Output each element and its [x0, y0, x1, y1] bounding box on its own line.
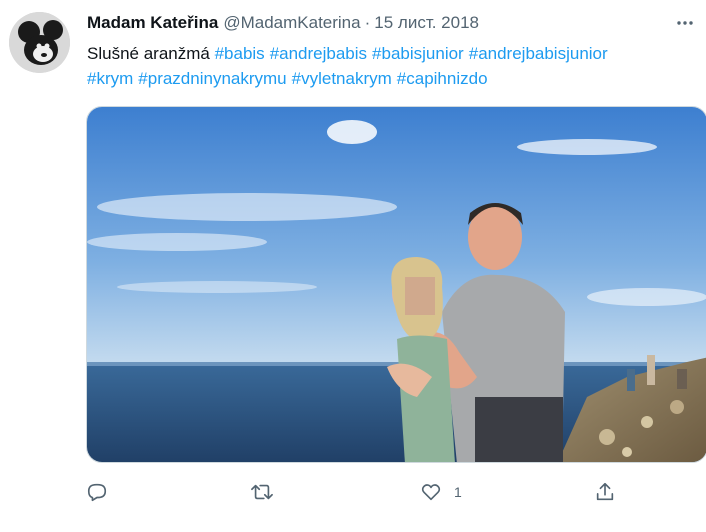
- tweet-photo[interactable]: [86, 106, 706, 463]
- tweet[interactable]: Madam Kateřina @MadamKaterina · 15 лист.…: [0, 0, 706, 532]
- like-button[interactable]: 1: [420, 478, 462, 506]
- retweet-icon: [250, 481, 274, 503]
- author-handle[interactable]: @MadamKaterina: [223, 13, 360, 33]
- reply-icon: [86, 481, 108, 503]
- tweet-text-line-1: Slušné aranžmá #babis #andrejbabis #babisj…: [87, 41, 687, 66]
- hashtag-link[interactable]: #andrejbabis: [270, 44, 367, 63]
- share-button[interactable]: [594, 478, 616, 506]
- hashtag-link[interactable]: #vyletnakrym: [292, 69, 392, 88]
- retweet-button[interactable]: [250, 478, 274, 506]
- more-options-icon[interactable]: [674, 12, 696, 34]
- tweet-header: Madam Kateřina @MadamKaterina · 15 лист.…: [87, 13, 676, 37]
- heart-icon: [420, 481, 442, 503]
- author-name[interactable]: Madam Kateřina: [87, 13, 218, 33]
- tweet-date[interactable]: 15 лист. 2018: [374, 13, 479, 33]
- avatar[interactable]: [9, 12, 70, 73]
- tweet-actions: 1: [86, 478, 626, 506]
- separator-dot: ·: [364, 13, 371, 32]
- tweet-text-line-2: #krym #prazdninynakrymu #vyletnakrym #capih…: [87, 66, 687, 91]
- tweet-text-intro: Slušné aranžmá: [87, 44, 210, 63]
- hashtag-link[interactable]: #krym: [87, 69, 133, 88]
- hashtag-link[interactable]: #capihnizdo: [397, 69, 488, 88]
- hashtag-link[interactable]: #prazdninynakrymu: [138, 69, 286, 88]
- hashtag-link[interactable]: #babis: [215, 44, 265, 63]
- hashtag-link[interactable]: #babisjunior: [372, 44, 464, 63]
- hashtag-link[interactable]: #andrejbabisjunior: [469, 44, 608, 63]
- share-icon: [594, 481, 616, 503]
- tweet-text: Slušné aranžmá #babis #andrejbabis #babisj…: [87, 41, 687, 91]
- reply-button[interactable]: [86, 478, 108, 506]
- like-count: 1: [454, 484, 462, 500]
